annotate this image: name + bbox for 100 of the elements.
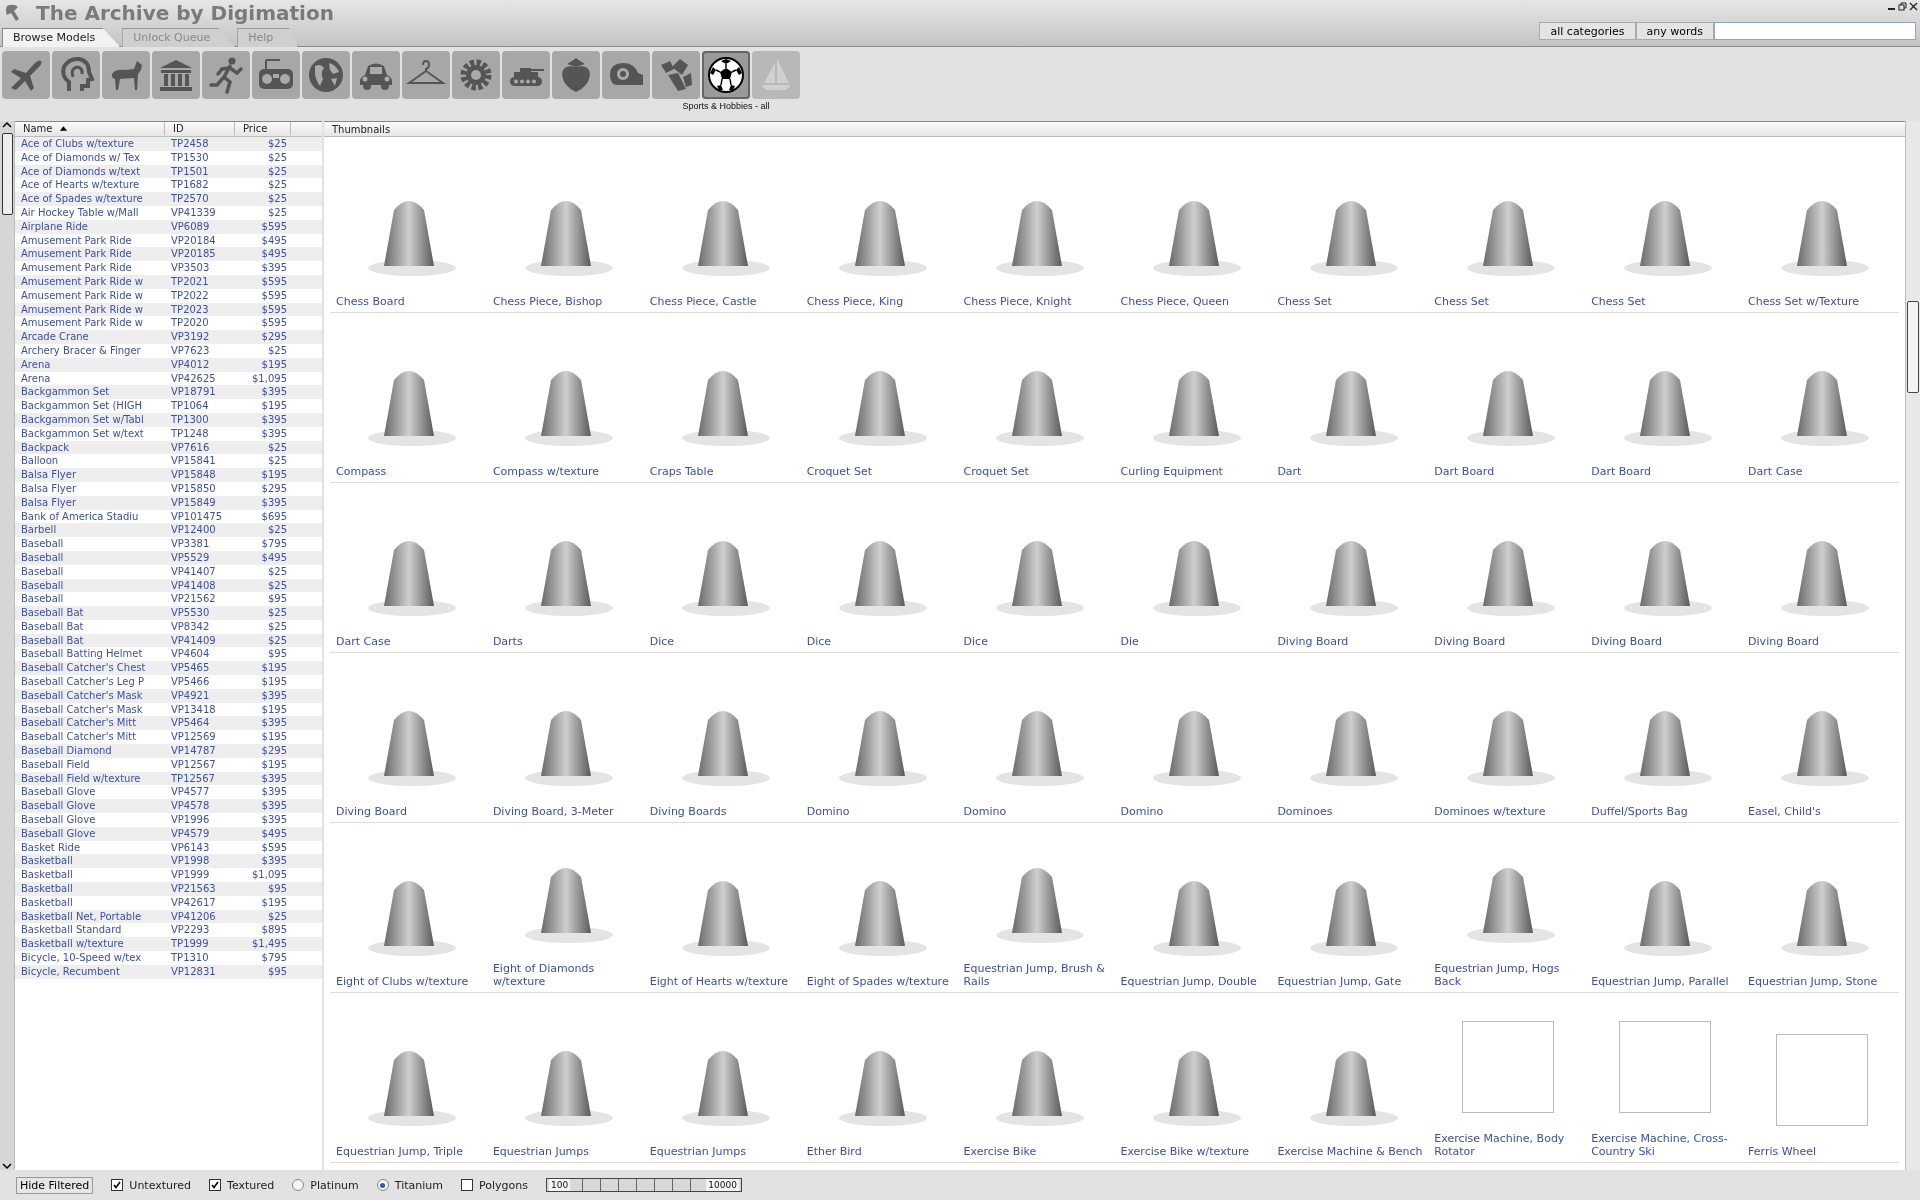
model-price[interactable]: $395 [235,799,291,814]
model-name[interactable]: Baseball Bat [15,606,165,620]
model-name[interactable]: Backpack [15,440,165,455]
model-name[interactable]: Balsa Flyer [15,468,165,482]
model-name[interactable]: Amusement Park Ride w [15,288,165,303]
model-id[interactable]: VP15849 [165,495,235,510]
model-price[interactable]: $25 [235,523,291,538]
model-price[interactable]: $595 [235,288,291,303]
model-label[interactable]: Chess Set [1277,295,1425,308]
model-price[interactable]: $25 [235,909,291,924]
model-label[interactable]: Diving Board [1591,635,1739,648]
column-header[interactable]: ID [165,122,235,135]
model-id[interactable]: VP7623 [165,343,235,358]
model-label[interactable]: Chess Set w/Texture [1748,295,1895,308]
model-id[interactable]: VP101475 [165,509,235,524]
model-label[interactable]: Equestrian Jump, Gate [1277,975,1425,988]
model-id[interactable]: VP1999 [165,868,235,883]
model-name[interactable]: Baseball Catcher's Leg P [15,675,165,689]
model-price[interactable]: $595 [235,219,291,234]
model-name[interactable]: Basketball [15,895,165,910]
model-id[interactable]: TP1300 [165,412,235,427]
model-price[interactable]: $1,095 [235,371,291,386]
model-id[interactable]: VP14787 [165,744,235,758]
model-id[interactable]: VP6089 [165,219,235,234]
model-name[interactable]: Amusement Park Ride [15,261,165,275]
category-button[interactable] [452,51,500,99]
model-label[interactable]: Dominoes w/texture [1434,805,1582,818]
model-price[interactable]: $25 [235,137,291,151]
category-button[interactable] [2,51,50,99]
model-label[interactable]: Exercise Machine & Bench [1277,1145,1425,1158]
model-id[interactable]: TP2020 [165,316,235,331]
model-name[interactable]: Basketball [15,868,165,883]
model-price[interactable]: $195 [235,661,291,676]
checkbox[interactable] [461,1179,473,1191]
model-id[interactable]: VP4012 [165,357,235,372]
model-name[interactable]: Baseball Glove [15,813,165,827]
model-price[interactable]: $25 [235,150,291,165]
model-name[interactable]: Ace of Diamonds w/text [15,164,165,179]
model-id[interactable]: VP3192 [165,330,235,344]
model-price[interactable]: $695 [235,509,291,524]
model-label[interactable]: Domino [963,805,1111,818]
model-id[interactable]: VP12569 [165,730,235,745]
model-price[interactable]: $595 [235,274,291,289]
model-price[interactable]: $95 [235,882,291,896]
model-label[interactable]: Diving Board [336,805,483,818]
column-header[interactable]: Price [235,122,291,135]
empty-thumbnail-frame[interactable] [1618,1021,1711,1113]
model-price[interactable]: $25 [235,578,291,593]
model-label[interactable]: Craps Table [649,465,797,478]
search-field[interactable] [1714,22,1916,40]
option-label[interactable]: Textured [227,1178,275,1192]
model-label[interactable]: Chess Piece, Queen [1120,295,1268,308]
model-price[interactable]: $25 [235,606,291,620]
model-id[interactable]: VP5464 [165,716,235,731]
model-label[interactable]: Domino [806,805,954,818]
model-price[interactable]: $395 [235,412,291,427]
category-button[interactable] [652,51,700,99]
model-name[interactable]: Backgammon Set w/Tabl [15,412,165,427]
model-label[interactable]: Darts [492,635,640,648]
model-name[interactable]: Baseball [15,537,165,551]
model-id[interactable]: VP5465 [165,661,235,676]
model-label[interactable]: Eight of Clubs w/texture [336,975,483,988]
model-id[interactable]: TP1064 [165,399,235,413]
model-price[interactable]: $95 [235,964,291,979]
model-price[interactable]: $95 [235,592,291,607]
model-name[interactable]: Archery Bracer & Finger [15,343,165,358]
model-id[interactable]: TP1248 [165,426,235,441]
model-id[interactable]: VP4579 [165,826,235,841]
category-button[interactable] [152,51,200,99]
model-label[interactable]: Exercise Bike w/texture [1120,1145,1268,1158]
model-name[interactable]: Baseball Catcher's Mask [15,688,165,703]
polygon-range-slider[interactable]: 100 10000 [545,1178,742,1192]
model-id[interactable]: VP15850 [165,481,235,496]
model-label[interactable]: Easel, Child's [1748,805,1895,818]
model-price[interactable]: $395 [235,771,291,786]
model-name[interactable]: Baseball [15,550,165,565]
model-label[interactable]: Dice [649,635,797,648]
model-label[interactable]: Diving Board [1748,635,1895,648]
model-label[interactable]: Dart Case [336,635,483,648]
model-price[interactable]: $25 [235,343,291,358]
model-id[interactable]: VP15848 [165,468,235,482]
model-price[interactable]: $795 [235,537,291,551]
restore-icon[interactable] [1898,2,1907,11]
model-label[interactable]: Dominoes [1277,805,1425,818]
model-name[interactable]: Balsa Flyer [15,495,165,510]
model-id[interactable]: TP1310 [165,951,235,965]
category-button[interactable] [502,51,550,99]
model-id[interactable]: VP1998 [165,854,235,869]
model-price[interactable]: $495 [235,826,291,841]
model-name[interactable]: Baseball Catcher's Mitt [15,730,165,745]
model-label[interactable]: Diving Board [1434,635,1582,648]
model-label[interactable]: Diving Board, 3-Meter [492,805,640,818]
category-button[interactable] [252,51,300,99]
model-price[interactable]: $395 [235,261,291,275]
model-name[interactable]: Bank of America Stadiu [15,509,165,524]
model-name[interactable]: Baseball Bat [15,633,165,648]
model-name[interactable]: Baseball Catcher's Mitt [15,716,165,731]
category-button[interactable] [202,51,250,99]
model-id[interactable]: TP2570 [165,192,235,206]
model-id[interactable]: VP41206 [165,909,235,924]
